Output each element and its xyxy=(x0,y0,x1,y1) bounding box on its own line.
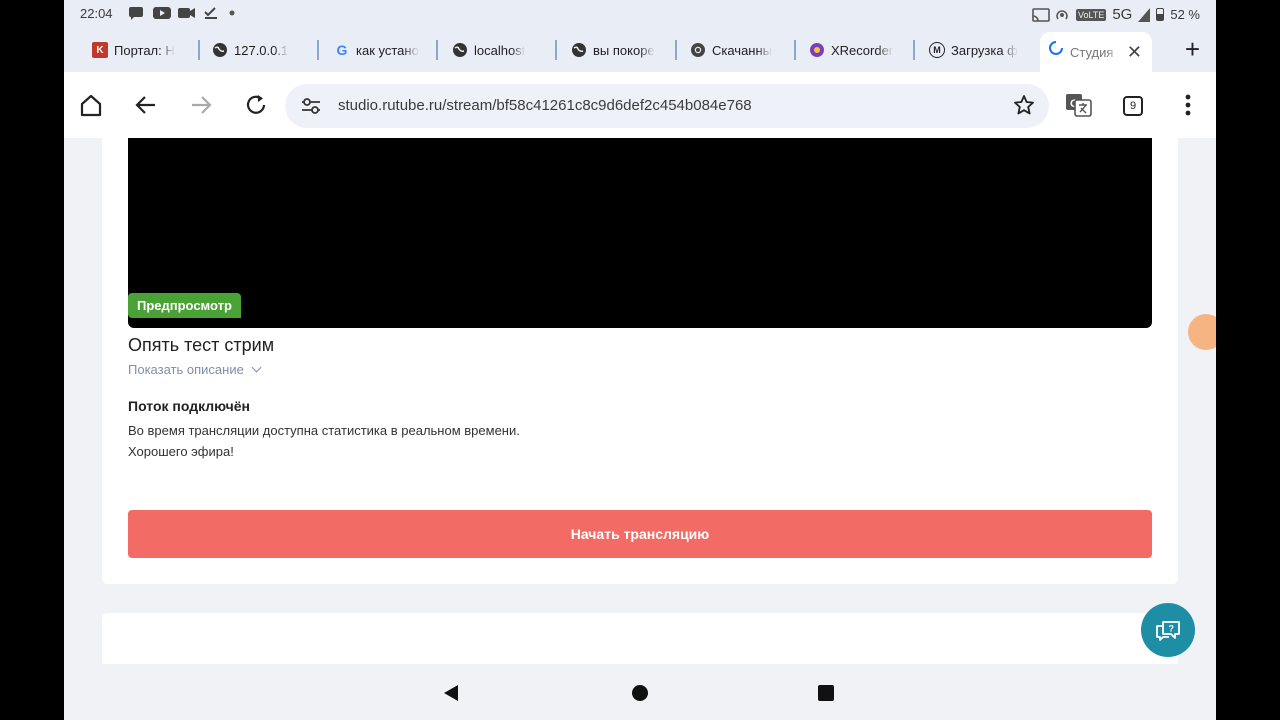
tab-separator xyxy=(675,40,677,60)
preview-badge: Предпросмотр xyxy=(128,293,241,318)
network-type: 5G xyxy=(1112,6,1133,23)
svg-text:?: ? xyxy=(1169,624,1175,634)
tab-portal[interactable]: K Портал: Н xyxy=(84,34,189,66)
message-icon xyxy=(128,6,144,20)
start-stream-button[interactable]: Начать трансляцию xyxy=(128,510,1152,558)
signal-icon xyxy=(1138,7,1151,22)
tab-studio-active[interactable]: Студия ✕ xyxy=(1040,32,1152,72)
url-text[interactable]: studio.rutube.ru/stream/bf58c41261c8c9d6… xyxy=(338,97,752,114)
stream-status-heading: Поток подключён xyxy=(128,398,250,414)
google-icon: G xyxy=(336,42,348,58)
tab-localhost[interactable]: localhost xyxy=(444,34,554,66)
floating-bubble[interactable] xyxy=(1188,314,1216,350)
help-chat-button[interactable]: ? xyxy=(1141,603,1195,657)
tab-label: Портал: Н xyxy=(114,42,175,58)
reload-button[interactable] xyxy=(243,92,269,118)
stream-info-text: Хорошего эфира! xyxy=(128,444,234,459)
stream-title: Опять тест стрим xyxy=(128,335,275,355)
tab-label: Загрузка ф xyxy=(951,42,1018,58)
tab-separator xyxy=(198,40,200,60)
browser-toolbar: studio.rutube.ru/stream/bf58c41261c8c9d6… xyxy=(64,72,1216,138)
loading-icon xyxy=(1048,40,1064,56)
notification-icons xyxy=(128,6,244,20)
chevron-down-icon xyxy=(251,362,262,373)
portal-icon: K xyxy=(92,42,108,58)
tab-vy-pokore[interactable]: вы покоре xyxy=(563,34,668,66)
youtube-icon xyxy=(153,6,171,20)
tab-switcher-button[interactable]: 9 xyxy=(1123,96,1143,116)
show-description-label: Показать описание xyxy=(128,362,244,377)
tab-xrecorder[interactable]: XRecorder xyxy=(801,34,911,66)
battery-icon xyxy=(1156,8,1165,21)
chrome-icon xyxy=(690,42,706,58)
system-navigation-bar xyxy=(64,664,1216,720)
back-arrow-icon xyxy=(135,96,155,114)
home-circle-icon xyxy=(632,685,648,701)
home-icon xyxy=(80,94,102,117)
forward-button[interactable] xyxy=(188,92,214,118)
dot-icon xyxy=(228,6,244,20)
bookmark-star-icon[interactable] xyxy=(1013,94,1035,121)
new-tab-button[interactable]: + xyxy=(1185,36,1200,62)
tab-separator xyxy=(436,40,438,60)
tab-label: localhost xyxy=(474,42,526,58)
tab-separator xyxy=(913,40,915,60)
globe-icon xyxy=(452,42,468,58)
tab-separator xyxy=(794,40,796,60)
back-button[interactable] xyxy=(133,92,159,118)
address-bar[interactable]: studio.rutube.ru/stream/bf58c41261c8c9d6… xyxy=(285,84,1049,128)
m-icon: M xyxy=(929,42,945,58)
system-indicators: VoLTE 5G 52 % xyxy=(1032,6,1200,23)
checklist-icon xyxy=(203,6,219,20)
browser-screen: 22:04 VoLTE 5G 52 % K Портал: Н 127.0.0.… xyxy=(64,0,1216,720)
menu-button[interactable] xyxy=(1175,92,1201,118)
tab-label: Студия xyxy=(1070,44,1114,60)
tab-label: Скачанны xyxy=(712,42,773,58)
back-triangle-icon xyxy=(444,685,458,701)
forward-arrow-icon xyxy=(192,96,212,114)
home-button[interactable] xyxy=(78,92,104,118)
cast-icon xyxy=(1032,7,1050,22)
stream-card: Предпросмотр Опять тест стрим Показать о… xyxy=(102,138,1178,584)
tab-separator xyxy=(317,40,319,60)
more-vert-icon xyxy=(1185,94,1191,116)
status-time: 22:04 xyxy=(80,6,113,21)
tab-label: как устано xyxy=(356,42,419,58)
show-description-toggle[interactable]: Показать описание xyxy=(128,362,262,377)
secondary-card xyxy=(102,613,1178,664)
nav-recents-button[interactable] xyxy=(817,684,835,707)
tab-label: вы покоре xyxy=(593,42,655,58)
nav-home-button[interactable] xyxy=(631,684,649,707)
video-preview[interactable] xyxy=(128,138,1152,328)
tab-separator xyxy=(555,40,557,60)
translate-icon: G xyxy=(1066,94,1092,117)
tab-upload[interactable]: M Загрузка ф xyxy=(921,34,1031,66)
xrecorder-icon xyxy=(809,42,825,58)
chat-help-icon: ? xyxy=(1156,621,1180,641)
nav-back-button[interactable] xyxy=(442,684,460,707)
close-tab-icon[interactable]: ✕ xyxy=(1127,42,1142,63)
tab-label: 127.0.0.1 xyxy=(234,42,289,58)
recents-square-icon xyxy=(818,685,834,701)
translate-button[interactable]: G xyxy=(1065,92,1093,118)
tab-label: XRecorder xyxy=(831,42,894,58)
reload-icon xyxy=(246,95,266,114)
hotspot-icon xyxy=(1054,8,1070,22)
battery-level: 52 % xyxy=(1170,7,1200,22)
tab-downloads[interactable]: Скачанны xyxy=(682,34,792,66)
volte-badge: VoLTE xyxy=(1075,8,1107,21)
video-camera-icon xyxy=(178,6,195,20)
globe-icon xyxy=(571,42,587,58)
tab-google-search[interactable]: G как устано xyxy=(326,34,431,66)
tab-strip: K Портал: Н 127.0.0.1 G как устано local… xyxy=(64,28,1216,72)
globe-icon xyxy=(212,42,228,58)
site-settings-icon[interactable] xyxy=(301,98,321,119)
page-content: Предпросмотр Опять тест стрим Показать о… xyxy=(64,138,1216,664)
stream-info-text: Во время трансляции доступна статистика … xyxy=(128,423,520,438)
tab-127-0-0-1[interactable]: 127.0.0.1 xyxy=(204,34,314,66)
status-bar: 22:04 VoLTE 5G 52 % xyxy=(64,0,1216,28)
